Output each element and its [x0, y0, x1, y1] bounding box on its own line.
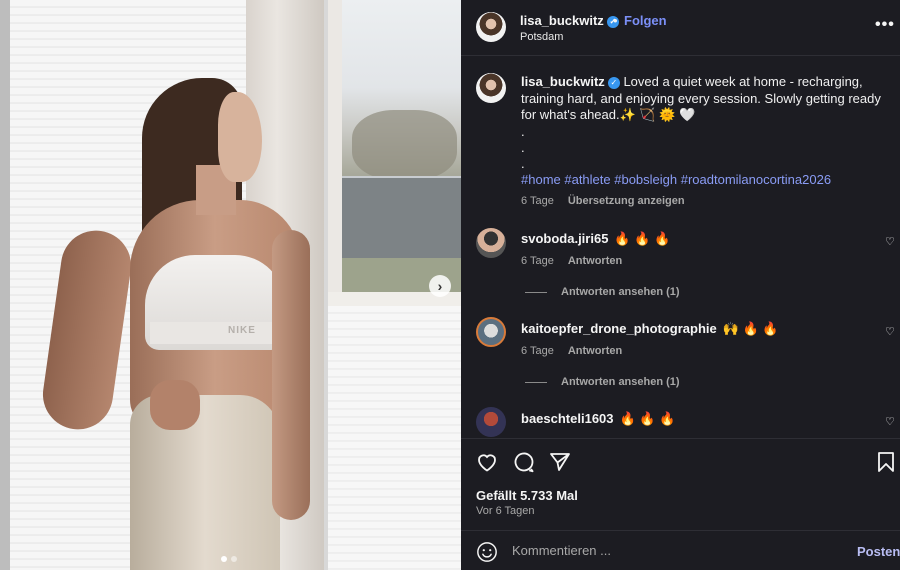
window-blind [328, 306, 461, 570]
view-replies-button[interactable]: Antworten ansehen (1) [525, 286, 680, 298]
reply-button[interactable]: Antworten [568, 345, 622, 357]
reply-button[interactable]: Antworten [568, 255, 622, 267]
location-link[interactable]: Potsdam [520, 31, 563, 43]
post-time: Vor 6 Tagen [476, 505, 535, 517]
person-arm [272, 230, 310, 520]
carousel-indicator [221, 556, 237, 562]
heart-icon[interactable] [475, 450, 499, 474]
caption-dot: . [521, 139, 525, 155]
window-frame [0, 0, 10, 570]
author-username[interactable]: lisa_buckwitz ✓ [520, 13, 619, 28]
comment-text: 🙌 🔥 🔥 [722, 321, 779, 336]
separator-dot: • [613, 13, 618, 28]
post-sidebar: lisa_buckwitz ✓ • Folgen Potsdam ••• lisa… [461, 0, 900, 570]
view-replies-button[interactable]: Antworten ansehen (1) [525, 376, 680, 388]
comment-icon[interactable] [512, 450, 536, 474]
like-comment-icon[interactable]: ♡ [885, 235, 895, 248]
like-count[interactable]: Gefällt 5.733 Mal [476, 488, 578, 503]
sports-bra-band [150, 322, 284, 344]
caption-meta: 6 Tage Übersetzung anzeigen [521, 195, 685, 207]
commenter-avatar[interactable] [476, 228, 506, 258]
post-caption: lisa_buckwitz ✓ Loved a quiet week at hom… [521, 74, 881, 172]
comment-composer: Posten [461, 530, 900, 570]
comment-time: 6 Tage [521, 255, 554, 267]
emoji-icon[interactable] [476, 541, 498, 563]
post-header: lisa_buckwitz ✓ • Folgen Potsdam ••• [461, 0, 900, 56]
like-comment-icon[interactable]: ♡ [885, 415, 895, 428]
caption-time: 6 Tage [521, 195, 554, 207]
caption-dot: . [521, 155, 525, 171]
comment-username[interactable]: kaitoepfer_drone_photographie [521, 321, 717, 336]
caption-dot: . [521, 123, 525, 139]
action-bar: Gefällt 5.733 Mal Vor 6 Tagen [461, 438, 900, 530]
commenter-avatar[interactable] [476, 317, 506, 347]
commenter-avatar[interactable] [476, 407, 506, 437]
author-avatar[interactable] [476, 12, 506, 42]
comment-username[interactable]: svoboda.jiri65 [521, 231, 608, 246]
comment-input[interactable] [512, 543, 832, 558]
comment-text: 🔥 🔥 🔥 [614, 231, 671, 246]
comment-username[interactable]: baeschteli1603 [521, 411, 614, 426]
comment: baeschteli1603 🔥 🔥 🔥 [521, 411, 675, 427]
carousel-dot [221, 556, 227, 562]
comment-text: 🔥 🔥 🔥 [619, 411, 676, 426]
bookmark-icon[interactable] [874, 450, 898, 474]
follow-button[interactable]: Folgen [624, 13, 667, 28]
brand-logo-text: NIKE [228, 325, 256, 336]
like-comment-icon[interactable]: ♡ [885, 325, 895, 338]
verified-icon: ✓ [607, 76, 620, 89]
comment-time: 6 Tage [521, 345, 554, 357]
next-slide-button[interactable]: › [429, 275, 451, 297]
comment: kaitoepfer_drone_photographie 🙌 🔥 🔥 [521, 321, 779, 337]
person-hand [150, 380, 200, 430]
comment-meta: 6 Tage Antworten [521, 255, 622, 267]
hashtags[interactable]: #home #athlete #bobsleigh #roadtomilanoc… [521, 172, 831, 187]
comment-meta: 6 Tage Antworten [521, 345, 622, 357]
comment: svoboda.jiri65 🔥 🔥 🔥 [521, 231, 670, 247]
caption-avatar[interactable] [476, 73, 506, 103]
more-options-icon[interactable]: ••• [875, 16, 895, 34]
carousel-dot [231, 556, 237, 562]
share-icon[interactable] [548, 450, 572, 474]
caption-username[interactable]: lisa_buckwitz [521, 74, 605, 89]
translate-link[interactable]: Übersetzung anzeigen [568, 195, 685, 207]
window-view [342, 0, 461, 292]
post-media[interactable]: NIKE › [0, 0, 461, 570]
post-button[interactable]: Posten [857, 544, 900, 559]
